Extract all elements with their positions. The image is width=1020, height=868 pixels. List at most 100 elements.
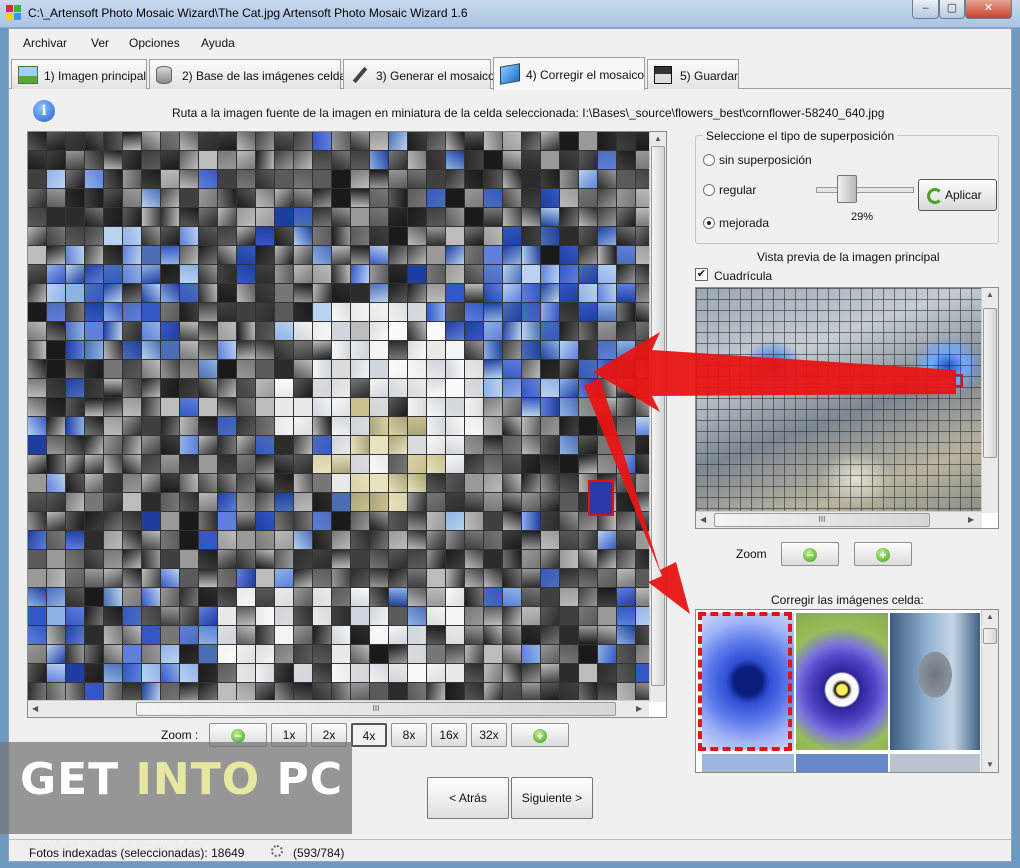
mosaic-tile[interactable] <box>465 322 483 340</box>
mosaic-tile[interactable] <box>199 227 217 245</box>
mosaic-tile[interactable] <box>161 683 179 701</box>
mosaic-tile[interactable] <box>294 607 312 625</box>
mosaic-tile[interactable] <box>237 170 255 188</box>
mosaic-tile[interactable] <box>370 645 388 663</box>
mosaic-tile[interactable] <box>503 227 521 245</box>
mosaic-tile[interactable] <box>161 531 179 549</box>
mosaic-tile[interactable] <box>104 341 122 359</box>
mosaic-tile[interactable] <box>47 246 65 264</box>
mosaic-tile[interactable] <box>484 683 502 701</box>
mosaic-tile[interactable] <box>503 493 521 511</box>
mosaic-tile[interactable] <box>47 436 65 454</box>
mosaic-tile[interactable] <box>636 379 649 397</box>
mosaic-tile[interactable] <box>446 398 464 416</box>
mosaic-tile[interactable] <box>389 607 407 625</box>
mosaic-tile[interactable] <box>180 607 198 625</box>
mosaic-tile[interactable] <box>104 683 122 701</box>
mosaic-tile[interactable] <box>503 208 521 226</box>
mosaic-tile[interactable] <box>123 132 141 150</box>
mosaic-tile[interactable] <box>199 626 217 644</box>
mosaic-tile[interactable] <box>275 322 293 340</box>
mosaic-tile[interactable] <box>180 189 198 207</box>
mosaic-tile[interactable] <box>560 645 578 663</box>
mosaic-tile[interactable] <box>104 588 122 606</box>
mosaic-tile[interactable] <box>237 246 255 264</box>
mosaic-tile[interactable] <box>85 360 103 378</box>
mosaic-tile[interactable] <box>598 569 616 587</box>
mosaic-tile[interactable] <box>617 265 635 283</box>
mosaic-tile[interactable] <box>446 569 464 587</box>
mosaic-tile[interactable] <box>218 398 236 416</box>
mosaic-tile[interactable] <box>275 588 293 606</box>
mosaic-tile[interactable] <box>636 474 649 492</box>
mosaic-tile[interactable] <box>484 360 502 378</box>
mosaic-tile[interactable] <box>598 189 616 207</box>
mosaic-tile[interactable] <box>218 246 236 264</box>
mosaic-tile[interactable] <box>85 132 103 150</box>
mosaic-tile[interactable] <box>503 683 521 701</box>
mosaic-tile[interactable] <box>218 208 236 226</box>
mosaic-tile[interactable] <box>104 132 122 150</box>
mosaic-tile[interactable] <box>351 265 369 283</box>
mosaic-tile[interactable] <box>313 531 331 549</box>
mosaic-tile[interactable] <box>237 284 255 302</box>
mosaic-tile[interactable] <box>199 132 217 150</box>
mosaic-tile[interactable] <box>66 189 84 207</box>
mosaic-image[interactable] <box>28 132 649 702</box>
mosaic-tile[interactable] <box>446 512 464 530</box>
mosaic-tile[interactable] <box>617 227 635 245</box>
mosaic-tile[interactable] <box>66 284 84 302</box>
mosaic-tile[interactable] <box>351 132 369 150</box>
mosaic-tile[interactable] <box>85 246 103 264</box>
mosaic-tile[interactable] <box>180 322 198 340</box>
mosaic-tile[interactable] <box>85 341 103 359</box>
mosaic-tile[interactable] <box>28 417 46 435</box>
mosaic-tile[interactable] <box>465 132 483 150</box>
mosaic-tile[interactable] <box>522 626 540 644</box>
mosaic-tile[interactable] <box>332 189 350 207</box>
mosaic-tile[interactable] <box>161 645 179 663</box>
mosaic-tile[interactable] <box>218 607 236 625</box>
mosaic-tile[interactable] <box>47 284 65 302</box>
mosaic-tile[interactable] <box>484 227 502 245</box>
mosaic-tile[interactable] <box>465 208 483 226</box>
mosaic-tile[interactable] <box>123 569 141 587</box>
mosaic-tile[interactable] <box>503 550 521 568</box>
mosaic-tile[interactable] <box>237 132 255 150</box>
mosaic-tile[interactable] <box>199 512 217 530</box>
mosaic-tile[interactable] <box>313 474 331 492</box>
mosaic-tile[interactable] <box>541 398 559 416</box>
mosaic-tile[interactable] <box>408 607 426 625</box>
mosaic-tile[interactable] <box>522 398 540 416</box>
mosaic-tile[interactable] <box>123 379 141 397</box>
mosaic-tile[interactable] <box>313 569 331 587</box>
mosaic-tile[interactable] <box>617 208 635 226</box>
mosaic-tile[interactable] <box>313 132 331 150</box>
mosaic-tile[interactable] <box>636 284 649 302</box>
mosaic-tile[interactable] <box>446 455 464 473</box>
mosaic-tile[interactable] <box>427 208 445 226</box>
mosaic-tile[interactable] <box>446 683 464 701</box>
mosaic-tile[interactable] <box>256 474 274 492</box>
mosaic-tile[interactable] <box>351 588 369 606</box>
mosaic-tile[interactable] <box>370 151 388 169</box>
mosaic-tile[interactable] <box>142 417 160 435</box>
back-button[interactable]: < Atrás <box>427 777 509 819</box>
mosaic-tile[interactable] <box>199 265 217 283</box>
mosaic-tile[interactable] <box>427 474 445 492</box>
mosaic-tile[interactable] <box>484 398 502 416</box>
mosaic-tile[interactable] <box>256 341 274 359</box>
mosaic-tile[interactable] <box>427 170 445 188</box>
mosaic-tile[interactable] <box>465 265 483 283</box>
mosaic-tile[interactable] <box>161 132 179 150</box>
mosaic-tile[interactable] <box>161 569 179 587</box>
mosaic-tile[interactable] <box>617 550 635 568</box>
mosaic-tile[interactable] <box>313 417 331 435</box>
mosaic-tile[interactable] <box>636 645 649 663</box>
mosaic-tile[interactable] <box>66 455 84 473</box>
mosaic-tile[interactable] <box>28 322 46 340</box>
mosaic-tile[interactable] <box>522 303 540 321</box>
mosaic-tile[interactable] <box>332 645 350 663</box>
mosaic-tile[interactable] <box>636 170 649 188</box>
mosaic-tile[interactable] <box>389 246 407 264</box>
